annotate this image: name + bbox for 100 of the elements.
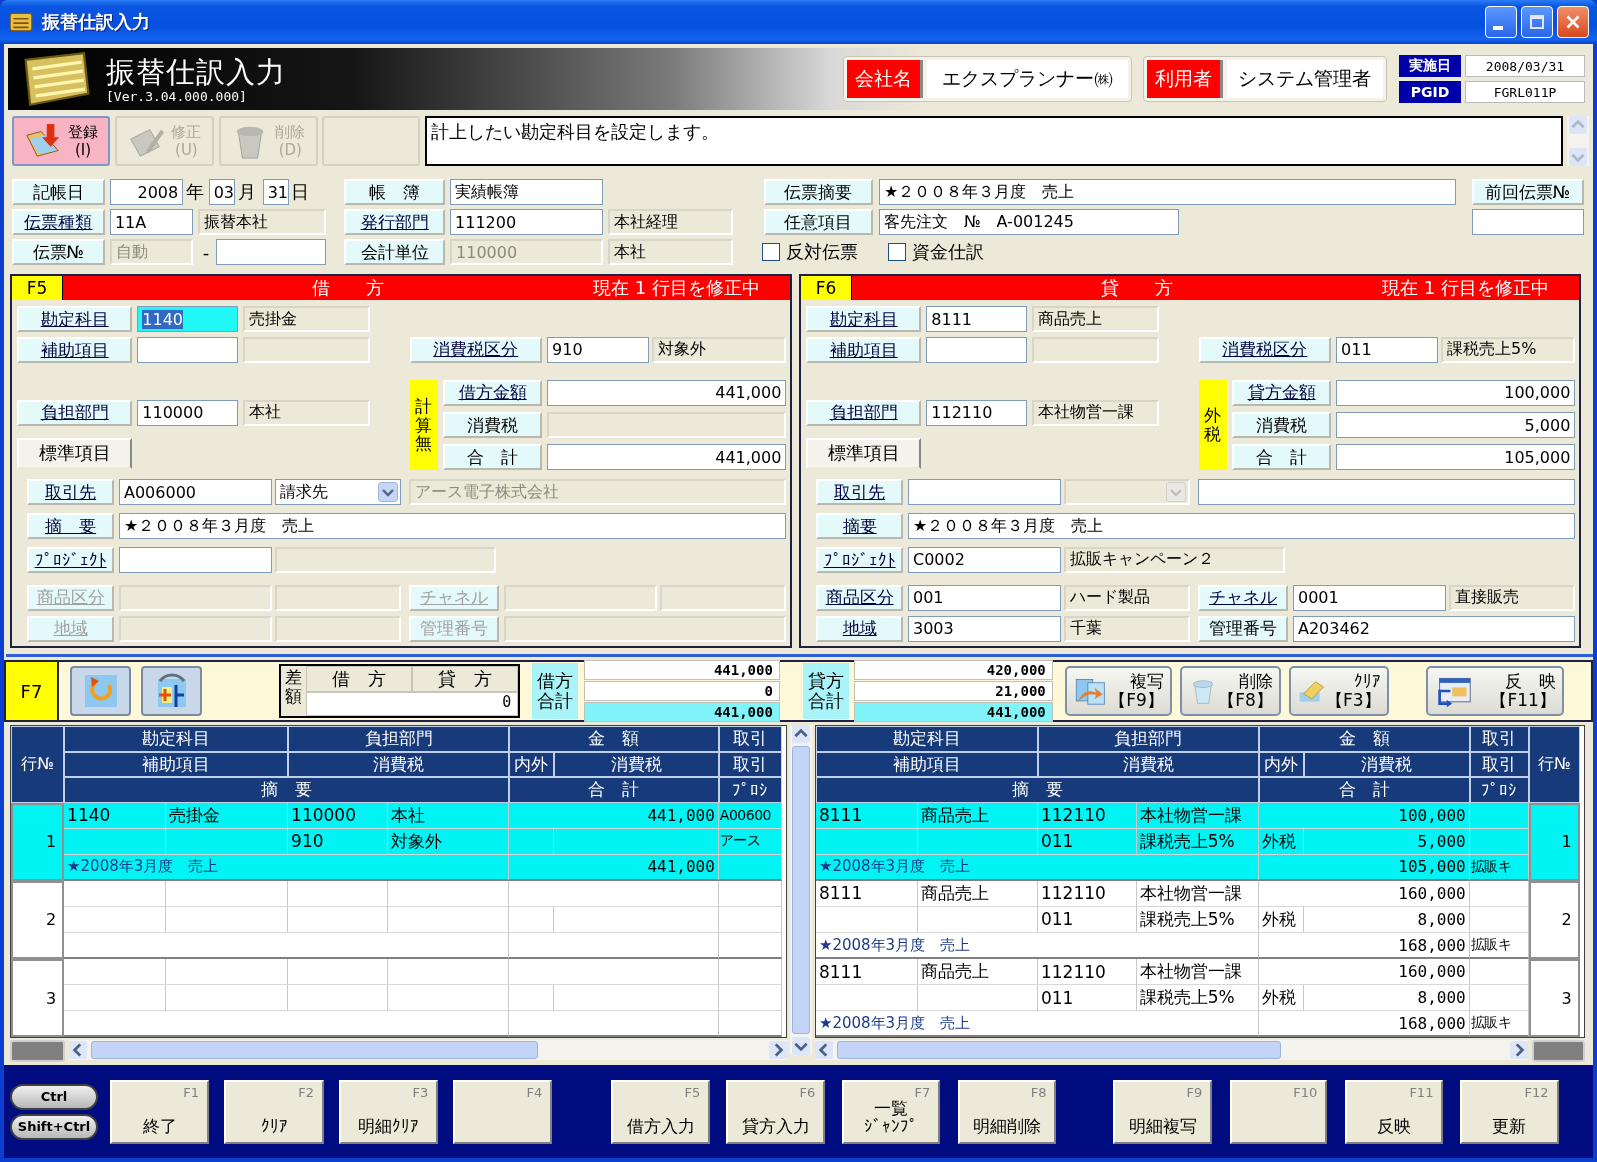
row-number[interactable]: 3 (1528, 959, 1580, 1038)
maximize-button[interactable] (1521, 6, 1553, 38)
horizontal-scrollbar[interactable] (815, 1040, 1528, 1061)
field-label[interactable]: チャネル (1198, 584, 1288, 611)
close-button[interactable] (1557, 6, 1589, 38)
text-field[interactable]: 001 (908, 584, 1061, 611)
text-field[interactable]: 441,000 (547, 380, 787, 406)
text-field[interactable]: 2008 (109, 179, 184, 205)
text-field[interactable] (1471, 209, 1584, 235)
checkbox[interactable]: 反対伝票 (761, 240, 864, 264)
field-label[interactable]: 商品区分 (816, 584, 903, 611)
function-key-button[interactable]: F12 更新 (1459, 1079, 1559, 1144)
text-field[interactable]: 8111 (926, 306, 1028, 333)
text-field[interactable]: 110000 (137, 399, 239, 426)
text-field[interactable]: 910 (547, 336, 649, 363)
function-key-button[interactable]: F3 明細ｸﾘｱ (339, 1079, 439, 1144)
field-label[interactable]: ﾌﾟﾛｼﾞｪｸﾄ (816, 546, 903, 573)
tab[interactable]: 標準項目 (17, 437, 133, 469)
field-label[interactable]: 消費税区分 (1198, 336, 1331, 363)
field-label[interactable]: 摘要 (816, 513, 903, 540)
text-field[interactable] (926, 337, 1028, 364)
text-field[interactable]: 実績帳簿 (450, 179, 603, 205)
field-label[interactable]: 借方金額 (443, 380, 542, 406)
function-key-button[interactable]: F7 一覧 ｼﾞｬﾝﾌﾟ (841, 1079, 941, 1144)
text-field[interactable] (908, 479, 1061, 506)
text-field[interactable]: 100,000 (1336, 380, 1576, 406)
horizontal-scrollbar[interactable] (69, 1040, 787, 1061)
row-selector[interactable] (10, 1040, 65, 1063)
function-key-button[interactable]: F8 明細削除 (957, 1079, 1057, 1144)
function-key-button[interactable]: F2 ｸﾘｱ (224, 1079, 325, 1144)
row-number[interactable]: 1 (11, 802, 65, 881)
modifier-button[interactable]: Shift+Ctrl (10, 1113, 98, 1140)
function-key-button[interactable]: F1 終了 (110, 1079, 209, 1144)
text-field[interactable] (119, 546, 272, 573)
field-label[interactable]: 取引先 (816, 479, 903, 506)
text-field[interactable]: ★２００８年３月度 売上 (119, 513, 787, 540)
action-button[interactable]: 反 映 【F11】 (1426, 666, 1564, 716)
text-field[interactable]: 03 (208, 179, 236, 205)
field-label[interactable]: 摘 要 (27, 513, 114, 540)
text-field[interactable]: 5,000 (1336, 412, 1576, 439)
function-key-button[interactable]: F6 貸方入力 (726, 1079, 826, 1144)
field-label[interactable]: 負担部門 (17, 399, 133, 426)
scroll-thumb[interactable] (837, 1041, 1281, 1060)
scroll-right-icon[interactable] (769, 1041, 787, 1060)
field-label[interactable]: 消費税区分 (409, 336, 542, 363)
text-field[interactable] (137, 337, 239, 364)
field-label[interactable]: ﾌﾟﾛｼﾞｪｸﾄ (27, 546, 114, 573)
dropdown[interactable] (1063, 479, 1191, 506)
row-number[interactable]: 1 (1528, 802, 1580, 881)
modifier-button[interactable]: Ctrl (10, 1083, 98, 1110)
text-field[interactable]: 3003 (908, 615, 1061, 642)
function-key-button[interactable]: F9 明細複写 (1113, 1079, 1213, 1144)
field-label[interactable]: 貸方金額 (1232, 380, 1331, 406)
text-field[interactable]: C0002 (908, 546, 1061, 573)
text-field[interactable]: 011 (1336, 336, 1438, 363)
row-number[interactable]: 2 (11, 880, 65, 960)
text-field[interactable]: 112110 (926, 399, 1028, 426)
row-selector[interactable] (1531, 1040, 1585, 1063)
text-field[interactable]: 1140 (137, 306, 239, 333)
text-field[interactable]: 441,000 (547, 444, 787, 471)
scroll-left-icon[interactable] (815, 1041, 833, 1060)
refresh-button[interactable] (70, 666, 132, 716)
field-label[interactable]: 勘定科目 (17, 306, 133, 333)
row-number[interactable]: 3 (11, 959, 65, 1038)
text-field[interactable]: 31 (262, 179, 290, 205)
field-label[interactable]: 地域 (816, 615, 903, 642)
action-button[interactable]: 複写 【F9】 (1064, 666, 1172, 716)
field-label[interactable]: 発行部門 (344, 209, 445, 235)
field-label[interactable]: 負担部門 (806, 399, 922, 426)
vertical-scrollbar[interactable] (790, 725, 812, 1055)
text-field[interactable]: 客先注文 № A-001245 (878, 209, 1180, 235)
text-field[interactable]: ★２００８年３月度 売上 (878, 179, 1457, 205)
function-key-button[interactable]: F5 借方入力 (611, 1079, 711, 1144)
dropdown[interactable]: 請求先 (274, 479, 402, 506)
field-label[interactable]: 伝票種類 (12, 209, 105, 235)
toolbar-button[interactable]: 登録 (I) (12, 116, 110, 166)
scroll-down-icon[interactable] (792, 1037, 810, 1055)
tab[interactable]: 標準項目 (806, 437, 922, 469)
text-field[interactable] (215, 239, 326, 265)
action-button[interactable]: 削除 【F8】 (1179, 666, 1281, 716)
text-field[interactable]: ★２００８年３月度 売上 (908, 513, 1576, 540)
text-field[interactable]: 11A (109, 209, 194, 235)
text-field[interactable]: 105,000 (1336, 444, 1576, 471)
minimize-button[interactable] (1485, 6, 1517, 38)
field-label[interactable]: 取引先 (27, 479, 114, 506)
text-field[interactable] (1198, 479, 1576, 506)
text-field[interactable]: 0001 (1292, 584, 1446, 611)
checkbox[interactable]: 資金仕訳 (887, 240, 993, 264)
scroll-up-icon[interactable] (792, 725, 810, 743)
scroll-thumb[interactable] (792, 746, 810, 1034)
field-label[interactable]: 勘定科目 (806, 306, 922, 333)
text-field[interactable]: 111200 (450, 209, 603, 235)
action-button[interactable]: ｸﾘｱ 【F3】 (1288, 666, 1389, 716)
text-field[interactable]: A203462 (1292, 615, 1576, 642)
row-number[interactable]: 2 (1528, 880, 1580, 960)
scroll-right-icon[interactable] (1509, 1041, 1528, 1060)
scroll-left-icon[interactable] (69, 1041, 87, 1060)
function-key-button[interactable]: F11 反映 (1344, 1079, 1444, 1144)
scroll-thumb[interactable] (91, 1041, 539, 1060)
text-field[interactable]: A006000 (119, 479, 272, 506)
